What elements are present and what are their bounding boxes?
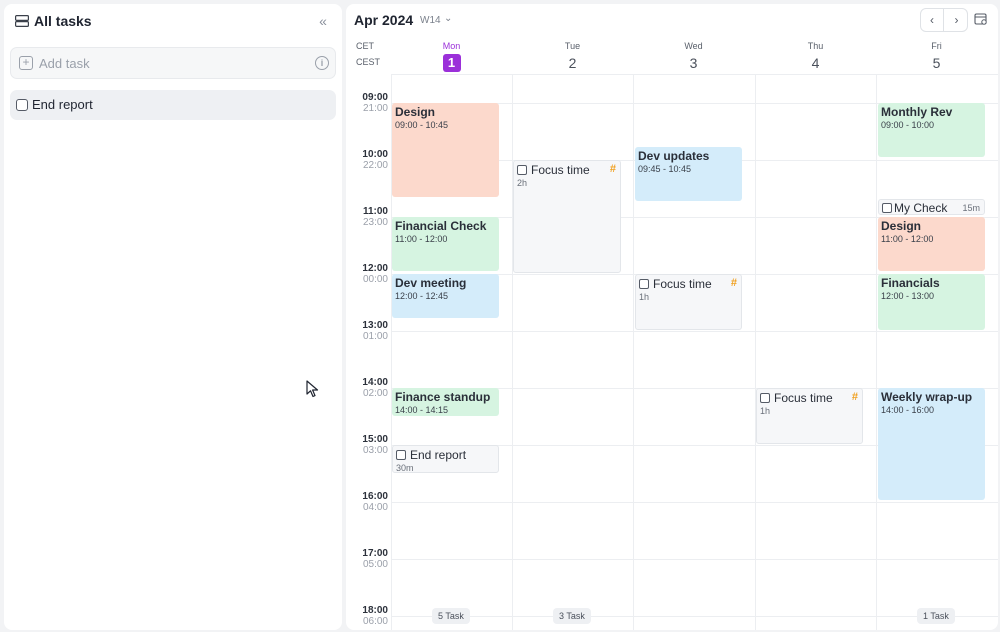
mouse-pointer-icon [306,380,319,398]
day-number: 5 [932,55,941,71]
task-checkbox[interactable] [396,450,406,460]
day-number: 4 [811,55,820,71]
task-end-report[interactable]: End report 30m [392,445,499,473]
task-focus-time-wed[interactable]: Focus time 1h # [635,274,742,330]
day-name: Wed [684,41,703,51]
month-title[interactable]: Apr 2024 [354,12,413,28]
calendar: Apr 2024 W14 ⌄ ‹ › CET CEST Mon 1 Tue 2 … [346,4,998,630]
event-weekly-wrap-up[interactable]: Weekly wrap-up 14:00 - 16:00 [878,388,985,500]
day-header-fri[interactable]: Fri 5 [876,41,997,73]
hour-line [391,331,998,332]
event-dev-meeting[interactable]: Dev meeting 12:00 - 12:45 [392,274,499,318]
day-name: Tue [564,41,581,51]
day-name: Thu [807,41,824,51]
event-design-fri[interactable]: Design 11:00 - 12:00 [878,217,985,271]
hash-tag-icon: # [851,391,858,403]
hour-label: 16:00 04:00 [362,491,388,513]
sidebar-title: All tasks [34,13,92,29]
task-checkbox[interactable] [517,165,527,175]
column-divider [876,74,877,630]
day-header-thu[interactable]: Thu 4 [755,41,876,73]
plus-square-icon[interactable]: + [19,56,33,70]
hour-label: 12:00 00:00 [362,263,388,285]
task-checkbox[interactable] [639,279,649,289]
day-header-tue[interactable]: Tue 2 [512,41,633,73]
hour-line [391,559,998,560]
day-header-wed[interactable]: Wed 3 [633,41,754,73]
chevron-down-icon[interactable]: ⌄ [444,13,452,24]
hour-label: 09:00 21:00 [362,92,388,114]
task-count-fri[interactable]: 1 Task [917,608,955,624]
hour-label: 10:00 22:00 [362,149,388,171]
time-grid[interactable]: 09:00 21:00 10:00 22:00 11:00 23:00 12:00 00… [346,74,998,630]
column-divider [633,74,634,630]
hash-tag-icon: # [609,163,616,175]
calendar-settings-icon[interactable] [974,12,988,26]
hour-line [391,616,998,617]
prev-week-button[interactable]: ‹ [921,9,944,31]
day-number: 3 [689,55,698,71]
double-chevron-left-icon[interactable]: « [314,12,332,30]
task-my-check[interactable]: My Check 15m [878,199,985,215]
event-finance-standup[interactable]: Finance standup 14:00 - 14:15 [392,388,499,416]
sidebar-task-item[interactable]: End report [10,90,336,120]
next-week-button[interactable]: › [945,9,968,31]
day-number: 1 [442,54,461,72]
day-number: 2 [568,55,577,71]
sidebar-task-label: End report [32,97,93,112]
hash-tag-icon: # [730,277,737,289]
task-focus-time-tue[interactable]: Focus time 2h # [513,160,621,273]
event-design-mon[interactable]: Design 09:00 - 10:45 [392,103,499,197]
sidebar-header: All tasks « [4,4,342,38]
add-task-input[interactable] [39,53,299,73]
hour-label: 13:00 01:00 [362,320,388,342]
event-financials[interactable]: Financials 12:00 - 13:00 [878,274,985,330]
event-dev-updates[interactable]: Dev updates 09:45 - 10:45 [635,147,742,201]
task-count-tue[interactable]: 3 Task [553,608,591,624]
event-monthly-rev[interactable]: Monthly Rev 09:00 - 10:00 [878,103,985,157]
hour-line [391,74,998,75]
add-task-field[interactable]: + i [10,47,336,79]
timezone-cet: CET [356,41,374,51]
hour-label: 17:00 05:00 [362,548,388,570]
column-divider [755,74,756,630]
task-count-mon[interactable]: 5 Task [432,608,470,624]
app: All tasks « + i End report Apr 2024 W14 … [0,0,1000,632]
sidebar: All tasks « + i End report [4,4,342,630]
info-icon[interactable]: i [315,56,329,70]
event-financial-check[interactable]: Financial Check 11:00 - 12:00 [392,217,499,271]
hour-label: 14:00 02:00 [362,377,388,399]
hour-label: 11:00 23:00 [362,206,388,228]
week-nav: ‹ › [920,8,968,32]
hour-label: 15:00 03:00 [362,434,388,456]
list-icon [15,15,29,27]
hour-label: 18:00 06:00 [362,605,388,627]
task-checkbox[interactable] [16,99,28,111]
hour-line [391,502,998,503]
task-checkbox[interactable] [882,203,892,213]
day-name: Fri [931,41,942,51]
task-checkbox[interactable] [760,393,770,403]
column-divider [512,74,513,630]
day-header-mon[interactable]: Mon 1 [391,41,512,73]
day-name: Mon [442,41,461,51]
week-label[interactable]: W14 [420,15,441,26]
task-focus-time-thu[interactable]: Focus time 1h # [756,388,863,444]
timezone-cest: CEST [356,57,381,67]
